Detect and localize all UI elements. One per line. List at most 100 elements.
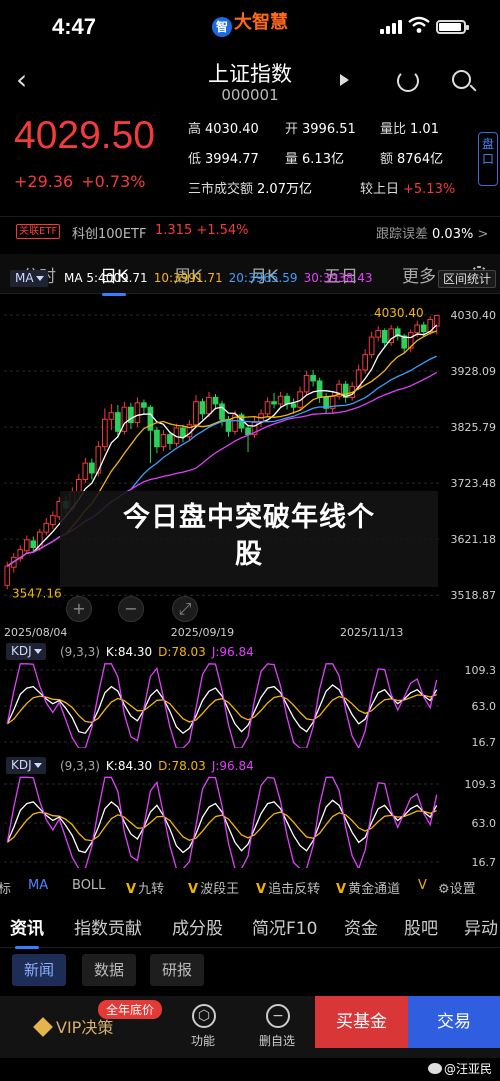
candle-body xyxy=(381,330,388,344)
tab-movement[interactable]: 异动 xyxy=(464,914,498,939)
remove-watchlist-label[interactable]: 删自选 xyxy=(259,1032,295,1049)
fullscreen-button[interactable]: ⤢ xyxy=(172,596,198,622)
zoom-out-button[interactable]: − xyxy=(118,596,144,622)
stat-low: 低 3994.77 xyxy=(188,152,259,167)
tracking-error: 跟踪误差 0.03% > xyxy=(376,227,489,242)
candle-body xyxy=(102,418,108,448)
refresh-icon[interactable] xyxy=(397,70,419,92)
section-tabs: 资讯 指数贡献 成分股 简况F10 资金 股吧 异动 xyxy=(0,906,500,949)
indicator-item[interactable]: 标 xyxy=(0,878,11,897)
ma-legend: MA MA 5:4009.71 10:3991.71 20:3965.59 30:39… xyxy=(0,268,500,290)
brand-icon: 智 xyxy=(212,17,232,37)
indicator-settings[interactable]: ⚙设置 xyxy=(438,878,476,897)
subtab-research[interactable]: 研报 xyxy=(150,954,205,986)
ma5-value: MA 5:4009.71 xyxy=(64,271,148,285)
indicator-gold-channel[interactable]: V 黄金通道 xyxy=(336,878,400,897)
candle-body xyxy=(95,446,102,474)
signal-icon xyxy=(380,20,402,34)
candle-body xyxy=(362,354,369,371)
candle-body xyxy=(23,539,30,552)
subtab-data[interactable]: 数据 xyxy=(82,954,137,986)
function-icon[interactable]: ⬡ xyxy=(192,1004,216,1028)
battery-icon xyxy=(436,20,469,34)
play-icon[interactable] xyxy=(340,74,349,86)
kdj-y-tick-label: 63.0 xyxy=(472,700,497,713)
watermark: @汪亚民 xyxy=(428,1060,492,1077)
candle-body xyxy=(49,515,56,525)
candle-body xyxy=(219,403,225,420)
kdj-selector-1[interactable]: KDJ xyxy=(6,643,46,660)
subtab-news[interactable]: 新闻 xyxy=(12,954,67,986)
kdj-d-line xyxy=(6,809,437,843)
tab-index-contribution[interactable]: 指数贡献 xyxy=(74,914,142,939)
caption-text: 今日盘中突破年线个 股 xyxy=(60,499,438,573)
gear-icon: ⚙ xyxy=(438,882,450,897)
remove-watchlist-icon[interactable]: − xyxy=(266,1004,290,1028)
ma10-value: 10:3991.71 xyxy=(153,271,223,285)
status-bar: 4:47 智大智慧 xyxy=(0,0,500,52)
stat-open: 开 3996.51 xyxy=(285,122,356,137)
indicator-boll[interactable]: BOLL xyxy=(72,878,105,893)
tab-forum[interactable]: 股吧 xyxy=(404,914,438,939)
candle-body xyxy=(271,401,277,405)
tab-constituents[interactable]: 成分股 xyxy=(172,914,223,939)
chevron-right-icon: > xyxy=(477,227,489,242)
etf-tag: 关联ETF xyxy=(16,224,61,239)
stat-vs-previous: 较上日 +5.13% xyxy=(360,182,456,197)
etf-value: 1.315 +1.54% xyxy=(155,223,249,238)
kdj-chart-1[interactable]: 109.3 63.0 16.7 xyxy=(0,662,500,748)
kdj-legend-2: KDJ (9,3,3) K:84.30 D:78.03 J:96.84 xyxy=(0,756,500,776)
kline-chart[interactable]: 4030.40 3928.09 3825.79 3723.48 3621.18 3518.… xyxy=(0,290,500,640)
candle-body xyxy=(414,324,421,334)
trade-button[interactable]: 交易 xyxy=(408,996,500,1048)
kdj-selector-2[interactable]: KDJ xyxy=(6,757,46,774)
kdj-d-line xyxy=(6,693,437,725)
y-tick-label: 3723.48 xyxy=(451,477,497,490)
candle-body xyxy=(206,396,212,415)
y-tick-label: 4030.40 xyxy=(451,309,497,322)
y-tick-label: 3825.79 xyxy=(451,421,497,434)
kdj-k-1: K:84.30 xyxy=(105,645,153,659)
function-label[interactable]: 功能 xyxy=(191,1032,215,1049)
kdj-y-tick-label: 16.7 xyxy=(472,856,497,868)
current-price: 4029.50 xyxy=(14,114,155,157)
candle-body xyxy=(245,427,251,436)
indicator-ma[interactable]: MA xyxy=(28,878,48,893)
y-tick-label: 3621.18 xyxy=(451,533,497,546)
kdj-y-tick-label: 16.7 xyxy=(472,736,497,748)
low-annotation: 3547.16 xyxy=(12,586,62,600)
stat-volume: 量 6.13亿 xyxy=(285,152,344,167)
kdj-chart-2[interactable]: 109.3 63.0 16.7 xyxy=(0,776,500,868)
candle-body xyxy=(43,522,50,533)
candle-body xyxy=(154,429,160,448)
buy-fund-button[interactable]: 买基金 xyxy=(315,996,408,1048)
ma30-value: 30:3938.43 xyxy=(303,271,373,285)
indicator-chase-reverse[interactable]: V 追击反转 xyxy=(256,878,320,897)
tab-news-info[interactable]: 资讯 xyxy=(10,914,44,949)
price-change: +29.36 +0.73% xyxy=(14,172,145,191)
tab-profile-f10[interactable]: 简况F10 xyxy=(252,914,317,939)
order-book-tab[interactable]: 盘口 xyxy=(478,132,498,186)
candle-body xyxy=(167,434,173,444)
candle-body xyxy=(134,402,141,424)
related-etf-bar[interactable]: 关联ETF 科创100ETF 1.315 +1.54% 跟踪误差 0.03% > xyxy=(0,216,500,246)
candle-body xyxy=(303,374,310,393)
stat-market-turnover: 三市成交额 2.07万亿 xyxy=(188,182,312,197)
candle-body xyxy=(310,374,316,382)
indicator-wave-king[interactable]: V 波段王 xyxy=(188,878,239,897)
y-tick-label: 3928.09 xyxy=(451,365,497,378)
kdj-d-2: D:78.03 xyxy=(158,759,206,773)
kdj-y-tick-label: 63.0 xyxy=(472,817,497,830)
kdj-d-1: D:78.03 xyxy=(158,645,206,659)
indicator-nine-turn[interactable]: V 九转 xyxy=(126,878,164,897)
candle-body xyxy=(193,401,199,426)
candle-body xyxy=(30,540,37,548)
stat-high: 高 4030.40 xyxy=(188,122,259,137)
candle-body xyxy=(82,462,89,481)
search-icon[interactable] xyxy=(452,70,471,89)
ma-selector[interactable]: MA xyxy=(10,270,48,287)
indicator-v-icon: V xyxy=(418,878,427,893)
tab-capital[interactable]: 资金 xyxy=(344,914,378,939)
zoom-in-button[interactable]: + xyxy=(66,596,92,622)
range-stats-button[interactable]: 区间统计 xyxy=(438,270,497,288)
